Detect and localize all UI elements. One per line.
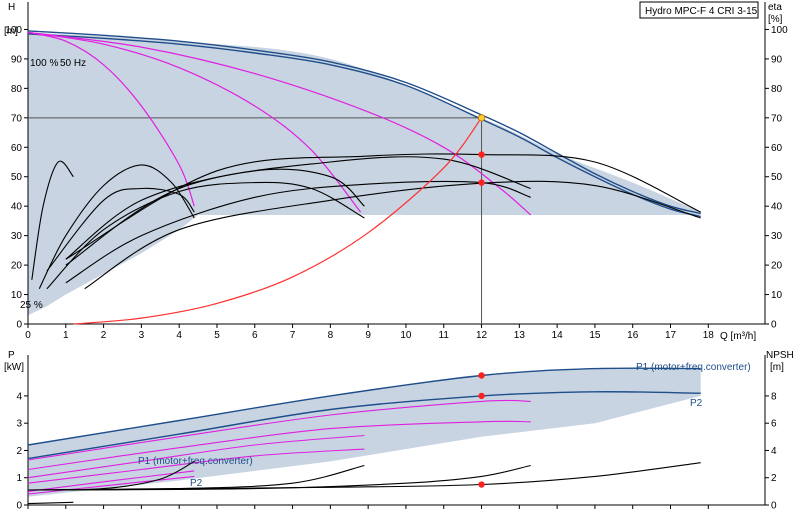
bottom-y-tick-label: 3 — [16, 419, 22, 430]
top-y2-tick-label: 100 — [771, 25, 788, 36]
top-y-left-unit: [m] — [4, 26, 18, 37]
top-x-tick-label: 0 — [25, 330, 31, 341]
top-x-tick-label: 10 — [400, 330, 412, 341]
top-y2-tick-label: 20 — [771, 261, 783, 272]
bottom-y-tick-label: 2 — [16, 446, 22, 457]
chart-title: Hydro MPC-F 4 CRI 3-15 — [645, 6, 758, 17]
duty-point — [477, 114, 486, 122]
top-x-tick-label: 14 — [552, 330, 564, 341]
top-y-tick-label: 80 — [11, 84, 23, 95]
top-x-tick-label: 11 — [439, 330, 450, 341]
top-y2-tick-label: 0 — [771, 320, 777, 331]
duty-point — [478, 151, 485, 158]
power-envelope — [28, 368, 701, 497]
top-y-tick-label: 40 — [11, 202, 23, 213]
top-x-tick-label: 5 — [214, 330, 220, 341]
duty-point — [478, 481, 485, 488]
bottom-y-left-unit: [kW] — [4, 362, 24, 373]
top-x-tick-label: 6 — [252, 330, 258, 341]
operating-envelope — [28, 32, 701, 316]
label-p1-upper: P1 (motor+freq.converter) — [636, 362, 751, 373]
top-x-tick-label: 16 — [627, 330, 639, 341]
top-x-tick-label: 3 — [139, 330, 145, 341]
top-y-right-label: eta — [768, 2, 782, 13]
duty-point — [478, 392, 485, 400]
top-y-tick-label: 90 — [11, 54, 23, 65]
top-x-tick-label: 15 — [589, 330, 601, 341]
top-x-tick-label: 4 — [176, 330, 182, 341]
bottom-y2-tick-label: 4 — [771, 446, 777, 457]
top-y2-tick-label: 70 — [771, 113, 783, 124]
power-npsh-panel: 0 1 2 3 4 0 2 4 6 8 — [16, 355, 777, 512]
top-y-tick-label: 30 — [11, 231, 23, 242]
head-efficiency-panel: 0 1 2 3 4 5 6 7 8 9 10 11 12 13 14 15 16 17 180 010 1020 2030… — [5, 2, 788, 341]
bottom-y-tick-label: 1 — [16, 473, 22, 484]
top-y2-tick-label: 50 — [771, 172, 783, 183]
bottom-y2-tick-label: 2 — [771, 473, 777, 484]
bottom-y-left-label: P — [8, 350, 15, 361]
bottom-y2-tick-label: 0 — [771, 501, 777, 512]
pump-curve-chart: 0 1 2 3 4 5 6 7 8 9 10 11 12 13 14 15 16 17 180 010 1020 2030… — [4, 1, 794, 512]
label-p2-lower: P2 — [190, 478, 203, 489]
top-y-tick-label: 0 — [16, 320, 22, 331]
bottom-y-tick-label: 4 — [16, 391, 22, 402]
bottom-y2-tick-label: 6 — [771, 419, 777, 430]
top-y-right-unit: [%] — [768, 14, 783, 25]
top-y-left-label: H — [8, 2, 15, 13]
top-x-tick-label: 8 — [328, 330, 334, 341]
annotation-freq: 50 Hz — [60, 58, 86, 69]
bottom-y-right-unit: [m] — [770, 362, 784, 373]
top-x-tick-label: 7 — [290, 330, 296, 341]
duty-point — [478, 179, 485, 186]
top-x-tick-label: 1 — [63, 330, 69, 341]
top-y2-tick-label: 40 — [771, 202, 783, 213]
top-x-label: Q [m³/h] — [720, 331, 756, 342]
duty-point — [478, 372, 485, 379]
bottom-y2-tick-label: 8 — [771, 391, 777, 402]
top-y2-tick-label: 90 — [771, 54, 783, 65]
label-p2-upper: P2 — [690, 398, 703, 409]
top-x-tick-label: 2 — [101, 330, 107, 341]
top-x-tick-label: 18 — [703, 330, 715, 341]
top-y2-tick-label: 30 — [771, 231, 783, 242]
top-x-tick-label: 13 — [514, 330, 526, 341]
top-y-tick-label: 20 — [11, 261, 23, 272]
annotation-min-speed: 25 % — [20, 300, 43, 311]
top-x-tick-label: 17 — [665, 330, 677, 341]
top-x-tick-label: 12 — [476, 330, 488, 341]
top-y-tick-label: 50 — [11, 172, 23, 183]
bottom-y-right-label: NPSH — [766, 350, 794, 361]
label-p1-lower: P1 (motor+freq.converter) — [138, 456, 253, 467]
bottom-y-tick-label: 0 — [16, 501, 22, 512]
top-y2-tick-label: 80 — [771, 84, 783, 95]
annotation-speed: 100 % — [30, 58, 58, 69]
npsh-curve — [27, 501, 74, 505]
top-x-tick-label: 9 — [365, 330, 371, 341]
top-y2-tick-label: 60 — [771, 143, 783, 154]
top-y-tick-label: 60 — [11, 143, 23, 154]
top-y2-tick-label: 10 — [771, 290, 783, 301]
top-y-tick-label: 70 — [11, 113, 23, 124]
